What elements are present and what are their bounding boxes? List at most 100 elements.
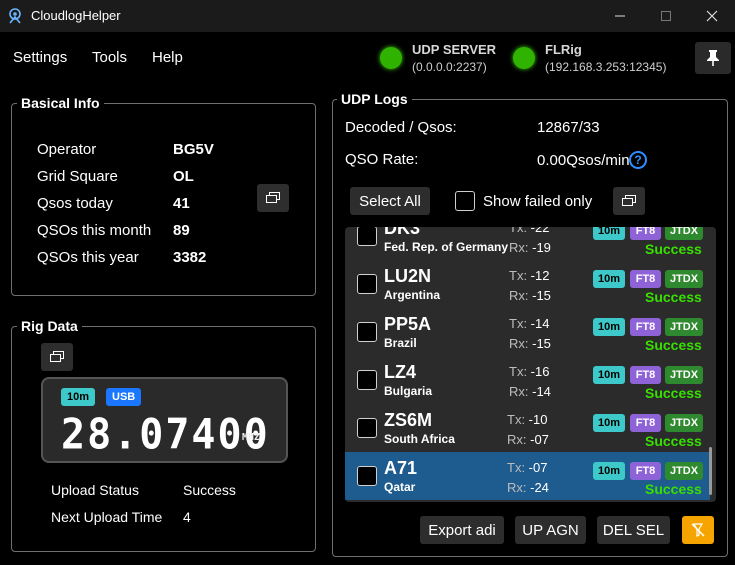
qso-rate-label: QSO Rate: bbox=[345, 151, 419, 168]
operator-value: BG5V bbox=[173, 141, 214, 158]
delete-selected-button[interactable]: DEL SEL bbox=[597, 516, 670, 544]
upload-status-label: Upload Status bbox=[51, 482, 139, 498]
tx-report: Tx: -14 bbox=[509, 316, 550, 331]
country: Qatar bbox=[384, 480, 416, 494]
mode-chip: FT8 bbox=[630, 414, 661, 432]
rx-report: Rx: -14 bbox=[509, 384, 551, 399]
log-row[interactable]: LU2N Argentina Tx: -12 Rx: -15 10m FT8 J… bbox=[345, 260, 710, 308]
rx-report: Rx: -15 bbox=[509, 336, 551, 351]
tx-report: Tx: -12 bbox=[509, 268, 550, 283]
udp-window-button[interactable] bbox=[613, 187, 645, 215]
flrig-status-led bbox=[513, 47, 535, 69]
next-upload-label: Next Upload Time bbox=[51, 509, 163, 525]
clear-logs-button[interactable] bbox=[682, 516, 714, 544]
row-checkbox[interactable] bbox=[357, 418, 377, 438]
country: South Africa bbox=[384, 432, 455, 446]
band-chip: 10m bbox=[593, 318, 625, 336]
operator-label: Operator bbox=[37, 141, 97, 158]
rx-report: Rx: -19 bbox=[509, 240, 551, 255]
udp-server-address: (0.0.0.0:2237) bbox=[412, 60, 487, 74]
flrig-address: (192.168.3.253:12345) bbox=[545, 60, 667, 74]
frequency-unit: MHZ bbox=[242, 432, 261, 443]
log-list[interactable]: DK3 Fed. Rep. of Germany Tx: -22 Rx: -19… bbox=[345, 227, 716, 502]
basic-info-window-button[interactable] bbox=[257, 184, 289, 212]
flrig-title: FLRig bbox=[545, 42, 582, 57]
band-chip: 10m bbox=[593, 462, 625, 480]
band-chip: 10m bbox=[593, 270, 625, 288]
client-chip: JTDX bbox=[665, 318, 703, 336]
upload-status: Success bbox=[645, 337, 702, 353]
client-chip: JTDX bbox=[665, 270, 703, 288]
mode-chip: FT8 bbox=[630, 227, 661, 240]
menu-help[interactable]: Help bbox=[152, 49, 183, 66]
tx-report: Tx: -16 bbox=[509, 364, 550, 379]
pin-icon bbox=[707, 50, 719, 66]
log-row[interactable]: LZ4 Bulgaria Tx: -16 Rx: -14 10m FT8 JTD… bbox=[345, 356, 710, 404]
row-checkbox[interactable] bbox=[357, 274, 377, 294]
udp-status-led bbox=[380, 47, 402, 69]
maximize-button[interactable] bbox=[643, 0, 689, 32]
window-title: CloudlogHelper bbox=[31, 8, 121, 23]
upload-status: Success bbox=[645, 289, 702, 305]
export-adi-button[interactable]: Export adi bbox=[420, 516, 504, 544]
client-chip: JTDX bbox=[665, 462, 703, 480]
window-icon bbox=[266, 192, 280, 203]
callsign: ZS6M bbox=[384, 410, 433, 430]
row-checkbox[interactable] bbox=[357, 370, 377, 390]
select-all-button[interactable]: Select All bbox=[350, 187, 430, 215]
title-bar: CloudlogHelper bbox=[0, 0, 735, 32]
clear-icon bbox=[691, 523, 705, 537]
show-failed-label: Show failed only bbox=[483, 193, 593, 210]
band-chip: 10m bbox=[61, 388, 96, 406]
callsign: DK3 bbox=[384, 227, 421, 238]
row-checkbox[interactable] bbox=[357, 466, 377, 486]
rig-window-button[interactable] bbox=[41, 343, 73, 371]
menu-settings[interactable]: Settings bbox=[13, 49, 67, 66]
client-chip: JTDX bbox=[665, 227, 703, 240]
frequency-value: 28.07400 bbox=[61, 410, 270, 460]
qso-rate-value: 0.00Qsos/min bbox=[537, 152, 630, 169]
rx-report: Rx: -07 bbox=[507, 432, 549, 447]
qsos-year-value: 3382 bbox=[173, 249, 207, 266]
qsos-today-value: 41 bbox=[173, 195, 190, 212]
callsign: A71 bbox=[384, 458, 418, 478]
basic-info-title: Basical Info bbox=[17, 95, 104, 111]
close-button[interactable] bbox=[689, 0, 735, 32]
help-icon[interactable]: ? bbox=[629, 151, 647, 169]
pin-button[interactable] bbox=[695, 42, 731, 74]
row-checkbox[interactable] bbox=[357, 322, 377, 342]
mode-chip: FT8 bbox=[630, 318, 661, 336]
rx-report: Rx: -15 bbox=[509, 288, 551, 303]
mode-chip: FT8 bbox=[630, 462, 661, 480]
log-row[interactable]: DK3 Fed. Rep. of Germany Tx: -22 Rx: -19… bbox=[345, 227, 710, 260]
country: Argentina bbox=[384, 288, 441, 302]
grid-square-value: OL bbox=[173, 168, 194, 185]
country: Fed. Rep. of Germany bbox=[384, 240, 509, 254]
menu-tools[interactable]: Tools bbox=[92, 49, 127, 66]
band-chip: 10m bbox=[593, 366, 625, 384]
tx-report: Tx: -22 bbox=[509, 227, 550, 235]
show-failed-checkbox[interactable] bbox=[455, 191, 475, 211]
callsign: LZ4 bbox=[384, 362, 417, 382]
upload-again-button[interactable]: UP AGN bbox=[515, 516, 586, 544]
callsign: PP5A bbox=[384, 314, 432, 334]
log-scrollbar[interactable] bbox=[709, 447, 712, 495]
rig-data-title: Rig Data bbox=[17, 318, 82, 334]
rx-report: Rx: -24 bbox=[507, 480, 549, 495]
log-row[interactable]: PP5A Brazil Tx: -14 Rx: -15 10m FT8 JTDX… bbox=[345, 308, 710, 356]
minimize-button[interactable] bbox=[597, 0, 643, 32]
app-icon bbox=[9, 8, 21, 24]
mode-chip: FT8 bbox=[630, 270, 661, 288]
qsos-month-value: 89 bbox=[173, 222, 190, 239]
upload-status-value: Success bbox=[183, 482, 236, 498]
log-row[interactable]: ZS6M South Africa Tx: -10 Rx: -07 10m FT… bbox=[345, 404, 710, 452]
country: Bulgaria bbox=[384, 384, 433, 398]
mode-chip: FT8 bbox=[630, 366, 661, 384]
qsos-today-label: Qsos today bbox=[37, 195, 113, 212]
log-row-selected[interactable]: A71 Qatar Tx: -07 Rx: -24 10m FT8 JTDX S… bbox=[345, 452, 710, 500]
window-icon bbox=[622, 195, 636, 206]
callsign: LU2N bbox=[384, 266, 432, 286]
decoded-value: 12867/33 bbox=[537, 119, 600, 136]
row-checkbox[interactable] bbox=[357, 227, 377, 246]
next-upload-value: 4 bbox=[183, 509, 191, 525]
